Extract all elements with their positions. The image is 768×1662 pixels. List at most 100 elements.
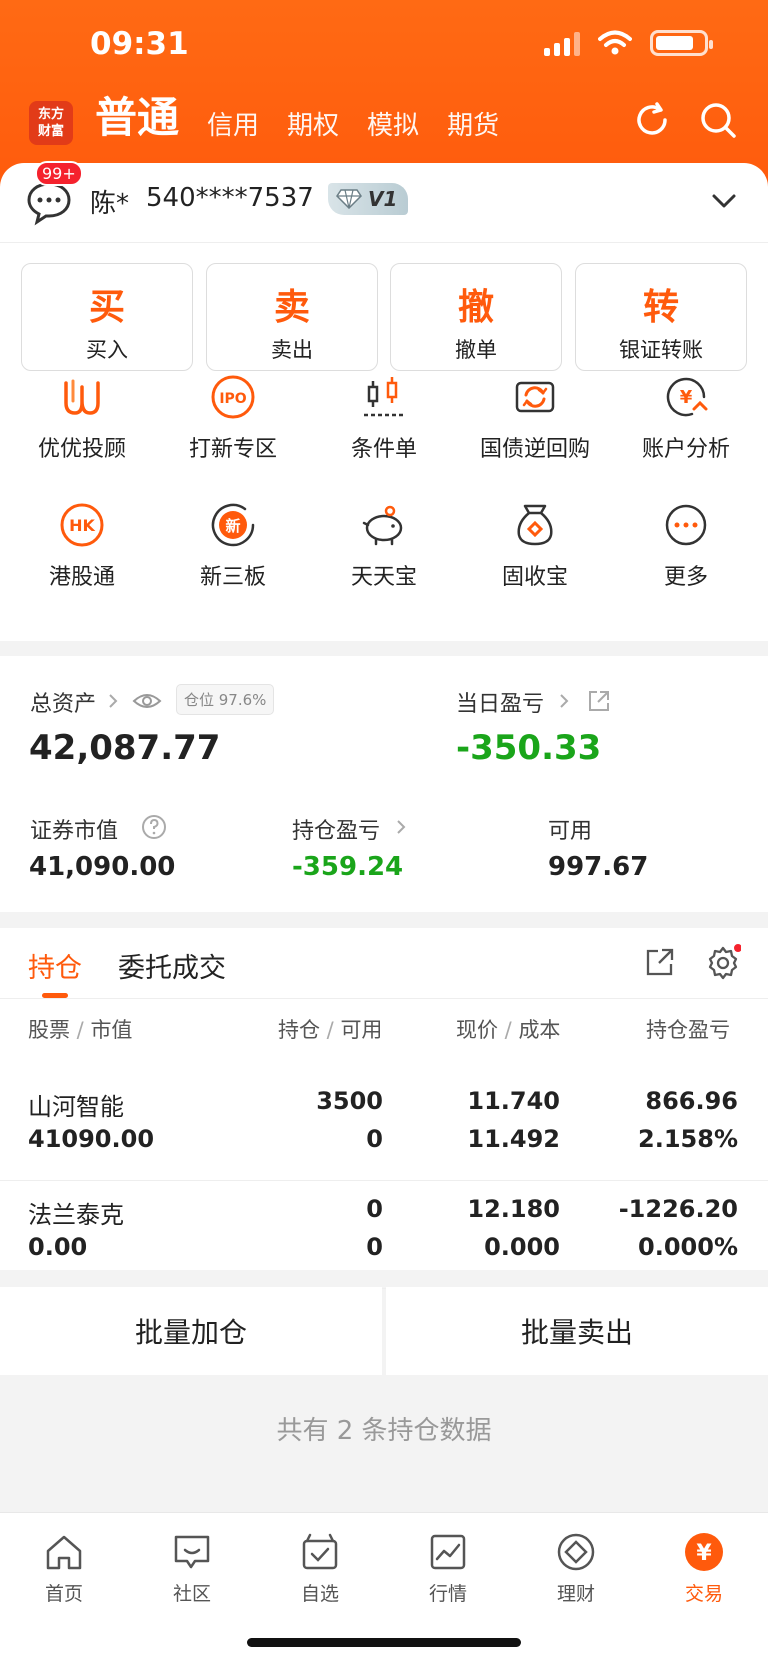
eye-icon[interactable] bbox=[132, 688, 162, 714]
daily-pl-value: -350.33 bbox=[456, 728, 602, 768]
grid-item-hk-connect[interactable]: HK 港股通 bbox=[6, 501, 158, 591]
tab-options[interactable]: 期权 bbox=[287, 105, 339, 145]
account-selector[interactable]: 99+ 陈* 540****7537 V1 bbox=[0, 161, 768, 243]
tab-simulation[interactable]: 模拟 bbox=[367, 105, 419, 145]
total-assets-value: 42,087.77 bbox=[29, 728, 221, 768]
tab-positions[interactable]: 持仓 bbox=[28, 946, 82, 985]
chevron-down-icon[interactable] bbox=[710, 187, 738, 215]
more-icon bbox=[665, 504, 707, 546]
tab-credit[interactable]: 信用 bbox=[207, 105, 259, 145]
grid-item-guoshoubao[interactable]: 固收宝 bbox=[459, 501, 611, 591]
grid-item-ipo[interactable]: IPO 打新专区 bbox=[157, 373, 309, 463]
current-price: 11.740 bbox=[467, 1087, 560, 1115]
grid-item-tiantianbao[interactable]: 天天宝 bbox=[308, 501, 460, 591]
market-icon bbox=[430, 1534, 466, 1570]
share-icon[interactable] bbox=[586, 688, 612, 714]
grid-item-more[interactable]: 更多 bbox=[610, 501, 762, 591]
stock-market-value: 0.00 bbox=[28, 1233, 88, 1261]
grid-item-account-analysis[interactable]: ¥ 账户分析 bbox=[610, 373, 762, 463]
chevron-right-icon[interactable] bbox=[393, 814, 411, 840]
sell-button[interactable]: 卖卖出 bbox=[206, 263, 378, 371]
stock-market-value: 41090.00 bbox=[28, 1125, 155, 1153]
total-assets-label[interactable]: 总资产 bbox=[30, 686, 96, 718]
available-qty: 0 bbox=[366, 1125, 383, 1153]
holding-qty: 0 bbox=[366, 1195, 383, 1223]
cost-price: 11.492 bbox=[467, 1125, 560, 1153]
current-price: 12.180 bbox=[467, 1195, 560, 1223]
holding-pl-label[interactable]: 持仓盈亏 bbox=[292, 813, 380, 845]
top-nav: 东方 财富 普通 信用 期权 模拟 期货 bbox=[0, 93, 768, 155]
nav-market[interactable]: 行情 bbox=[384, 1523, 512, 1606]
nav-watchlist[interactable]: 自选 bbox=[256, 1523, 384, 1606]
grid-item-reverse-repo[interactable]: 国债逆回购 bbox=[459, 373, 611, 463]
position-pl-percent: 0.000% bbox=[638, 1233, 738, 1261]
position-pl: 866.96 bbox=[645, 1087, 738, 1115]
position-pl: -1226.20 bbox=[618, 1195, 738, 1223]
status-bar: 09:31 bbox=[0, 0, 768, 90]
home-indicator bbox=[247, 1638, 521, 1647]
grid-item-neeq[interactable]: 新 新三板 bbox=[157, 501, 309, 591]
nav-community[interactable]: 社区 bbox=[128, 1523, 256, 1606]
daily-pl-label[interactable]: 当日盈亏 bbox=[456, 686, 544, 718]
holding-pl-value: -359.24 bbox=[292, 852, 404, 882]
refresh-icon[interactable] bbox=[632, 100, 672, 140]
grid-item-conditional-order[interactable]: 条件单 bbox=[308, 373, 460, 463]
reverse-repo-icon bbox=[515, 381, 555, 413]
svg-text:¥: ¥ bbox=[696, 1541, 712, 1566]
ipo-icon: IPO bbox=[211, 375, 255, 419]
status-icons bbox=[544, 30, 713, 56]
search-icon[interactable] bbox=[698, 100, 738, 140]
header-price: 现价 / 成本 bbox=[456, 1018, 561, 1042]
tab-futures[interactable]: 期货 bbox=[447, 105, 499, 145]
trade-icon: ¥ bbox=[685, 1533, 723, 1571]
bank-transfer-button[interactable]: 转银证转账 bbox=[575, 263, 747, 371]
hk-icon: HK bbox=[60, 503, 104, 547]
asset-summary-panel: 总资产 仓位 97.6% 42,087.77 当日盈亏 -350.33 证券市值… bbox=[0, 656, 768, 912]
cost-price: 0.000 bbox=[484, 1233, 560, 1261]
tab-orders-trades[interactable]: 委托成交 bbox=[118, 946, 226, 985]
holding-qty: 3500 bbox=[316, 1087, 383, 1115]
position-pl-percent: 2.158% bbox=[638, 1125, 738, 1153]
wifi-icon bbox=[598, 30, 632, 55]
header-stock: 股票 / 市值 bbox=[28, 1018, 133, 1042]
chevron-right-icon[interactable] bbox=[556, 688, 574, 714]
market-value: 41,090.00 bbox=[29, 852, 176, 882]
nav-home[interactable]: 首页 bbox=[0, 1523, 128, 1606]
available-qty: 0 bbox=[366, 1233, 383, 1261]
header-holding-pl: 持仓盈亏 bbox=[646, 1018, 730, 1042]
table-row[interactable]: 山河智能 41090.00 3500 0 11.740 11.492 866.9… bbox=[0, 1073, 768, 1181]
svg-text:HK: HK bbox=[69, 516, 95, 535]
nav-wealth[interactable]: 理财 bbox=[512, 1523, 640, 1606]
nav-trade[interactable]: ¥ 交易 bbox=[640, 1523, 768, 1606]
export-icon[interactable] bbox=[644, 946, 676, 978]
bulk-sell-button[interactable]: 批量卖出 bbox=[386, 1287, 768, 1375]
positions-count-text: 共有 2 条持仓数据 bbox=[276, 1416, 492, 1446]
grid-item-uu-advisor[interactable]: 优优投顾 bbox=[6, 373, 158, 463]
diamond-icon bbox=[336, 189, 362, 209]
trade-actions-panel: 买买入 卖卖出 撤撤单 转银证转账 优优投顾 IPO 打新专区 条件单 国债逆回… bbox=[0, 243, 768, 641]
market-value-label: 证券市值 bbox=[30, 819, 119, 844]
app-logo: 东方 财富 bbox=[29, 101, 73, 145]
buy-button[interactable]: 买买入 bbox=[21, 263, 193, 371]
unread-badge: 99+ bbox=[35, 161, 83, 186]
account-number: 540****7537 bbox=[146, 183, 314, 213]
settings-gear-icon[interactable] bbox=[705, 944, 742, 980]
status-time: 09:31 bbox=[90, 26, 189, 62]
tab-normal[interactable]: 普通 bbox=[95, 84, 179, 145]
piggy-bank-icon bbox=[362, 505, 403, 546]
svg-text:新: 新 bbox=[225, 517, 240, 535]
bulk-add-button[interactable]: 批量加仓 bbox=[0, 1287, 382, 1375]
account-type-tabs: 普通 信用 期权 模拟 期货 bbox=[95, 93, 527, 145]
neeq-icon: 新 bbox=[211, 503, 255, 547]
help-icon[interactable] bbox=[141, 814, 167, 840]
available-label: 可用 bbox=[548, 819, 593, 844]
candlestick-icon bbox=[364, 377, 404, 417]
chevron-right-icon[interactable] bbox=[105, 688, 123, 714]
account-holder-name: 陈* bbox=[90, 189, 130, 219]
cancel-order-button[interactable]: 撤撤单 bbox=[390, 263, 562, 371]
vip-level-badge: V1 bbox=[328, 183, 408, 215]
stock-name: 山河智能 bbox=[28, 1093, 124, 1121]
wealth-icon bbox=[557, 1533, 595, 1571]
uu-advisor-icon bbox=[64, 379, 100, 415]
table-row[interactable]: 法兰泰克 0.00 0 0 12.180 0.000 -1226.20 0.00… bbox=[0, 1181, 768, 1289]
